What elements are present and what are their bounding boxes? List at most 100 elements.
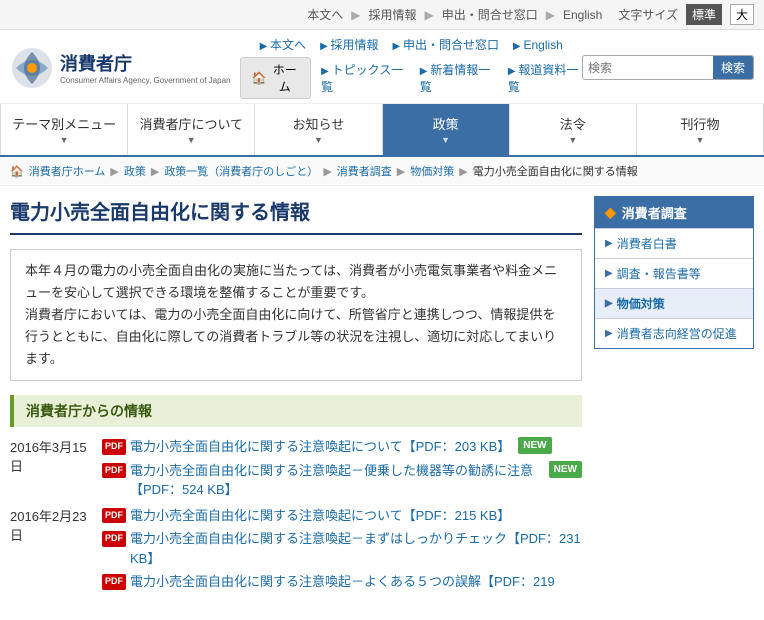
bc-sep3: ▶: [323, 165, 331, 178]
font-standard-btn[interactable]: 標準: [686, 4, 722, 25]
sidebar-item-orientation[interactable]: ▶ 消費者志向経営の促進: [595, 318, 753, 348]
list-item: PDF 電力小売全面自由化に関する注意喚起について【PDF：215 KB】: [102, 506, 582, 526]
breadcrumb-home[interactable]: 消費者庁ホーム: [29, 163, 106, 179]
nav-topics[interactable]: トピックス一覧: [321, 61, 406, 95]
sep2: ▶: [424, 8, 433, 22]
nav-news[interactable]: 新着情報一覧: [420, 61, 494, 95]
header-right: 検索: [582, 55, 754, 80]
sidebar-arrow-4: ▶: [605, 328, 613, 339]
nav-item-publication[interactable]: 刊行物 ▼: [637, 104, 764, 155]
search-input[interactable]: [583, 58, 713, 78]
header-center: 本文へ 採用情報 申出・問合せ窓口 English 🏠 ホーム トピックス一覧 …: [240, 36, 582, 99]
nav-contact[interactable]: 申出・問合せ窓口: [393, 36, 499, 53]
bc-sep2: ▶: [151, 165, 159, 178]
home-label: ホーム: [269, 61, 300, 95]
main-nav: テーマ別メニュー ▼ 消費者庁について ▼ お知らせ ▼ 政策 ▼ 法令 ▼ 刊…: [0, 104, 764, 157]
nav-recruit[interactable]: 採用情報: [320, 36, 378, 53]
page-title: 電力小売全面自由化に関する情報: [10, 196, 582, 235]
nav-label-news: お知らせ: [293, 114, 345, 133]
header-bottom-links: トピックス一覧 新着情報一覧 報道資料一覧: [321, 61, 582, 95]
nav-item-policy[interactable]: 政策 ▼: [383, 104, 510, 155]
breadcrumb-price[interactable]: 物価対策: [410, 163, 454, 179]
nav-label-publication: 刊行物: [680, 114, 719, 133]
breadcrumb-policy[interactable]: 政策: [124, 163, 146, 179]
sidebar-bullet-icon: ◆: [605, 204, 616, 221]
logo-text-ja: 消費者庁: [60, 50, 230, 76]
sidebar-item-hakusho[interactable]: ▶ 消費者白書: [595, 228, 753, 258]
pdf-icon-3: PDF: [102, 508, 126, 524]
news-items-1: PDF 電力小売全面自由化に関する注意喚起について【PDF：203 KB】 NE…: [102, 437, 582, 500]
nav-press[interactable]: 報道資料一覧: [508, 61, 582, 95]
nav-english[interactable]: English: [513, 38, 563, 52]
news-date-row-1: 2016年3月15日 PDF 電力小売全面自由化に関する注意喚起について【PDF…: [10, 437, 582, 500]
font-size-label: 文字サイズ: [618, 6, 678, 23]
nav-arrow-theme: ▼: [60, 135, 69, 145]
bc-sep4: ▶: [397, 165, 405, 178]
logo-area: 消費者庁 Consumer Affairs Agency, Government…: [10, 46, 230, 90]
nav-label-theme: テーマ別メニュー: [12, 114, 116, 133]
recruit-link[interactable]: 採用情報: [368, 6, 416, 23]
breadcrumb-current: 電力小売全面自由化に関する情報: [473, 163, 638, 179]
sidebar-section-title: 消費者調査: [622, 203, 687, 222]
sidebar-label-1: 消費者白書: [617, 235, 677, 252]
nav-item-law[interactable]: 法令 ▼: [510, 104, 637, 155]
top-bar: 本文へ ▶ 採用情報 ▶ 申出・問合せ窓口 ▶ English 文字サイズ 標準…: [0, 0, 764, 30]
header-top-links: 本文へ 採用情報 申出・問合せ窓口 English: [260, 36, 563, 53]
intro-text2: 消費者庁においては、電力の小売全面自由化に向けて、所管省庁と連携しつつ、情報提供…: [25, 304, 567, 370]
news-link-4[interactable]: 電力小売全面自由化に関する注意喚起－まずはしっかりチェック【PDF：231 KB…: [130, 529, 582, 568]
nav-arrow-publication: ▼: [695, 135, 704, 145]
sidebar-item-research[interactable]: ▶ 調査・報告書等: [595, 258, 753, 288]
news-link-3[interactable]: 電力小売全面自由化に関する注意喚起について【PDF：215 KB】: [130, 506, 510, 526]
breadcrumb: 🏠 消費者庁ホーム ▶ 政策 ▶ 政策一覧（消費者庁のしごと） ▶ 消費者調査 …: [0, 157, 764, 186]
breadcrumb-policy-list[interactable]: 政策一覧（消費者庁のしごと）: [164, 163, 318, 179]
bc-sep5: ▶: [459, 165, 467, 178]
sep1: ▶: [351, 8, 360, 22]
sidebar-label-4: 消費者志向経営の促進: [617, 325, 737, 342]
pdf-icon-5: PDF: [102, 574, 126, 590]
sidebar-item-price[interactable]: ▶ 物価対策: [595, 288, 753, 318]
intro-text: 本年４月の電力の小売全面自由化の実施に当たっては、消費者が小売電気事業者や料金メ…: [25, 260, 567, 304]
main-content: 電力小売全面自由化に関する情報 本年４月の電力の小売全面自由化の実施に当たっては…: [10, 196, 582, 598]
sidebar-arrow-3: ▶: [605, 298, 613, 309]
english-link[interactable]: English: [563, 8, 602, 22]
new-badge-2: NEW: [549, 461, 582, 478]
nav-arrow-news: ▼: [314, 135, 323, 145]
nav-label-law: 法令: [560, 114, 586, 133]
nav-arrow-law: ▼: [568, 135, 577, 145]
breadcrumb-consumer-survey[interactable]: 消費者調査: [337, 163, 392, 179]
news-link-5[interactable]: 電力小売全面自由化に関する注意喚起－よくある５つの誤解【PDF：219: [130, 572, 555, 592]
news-list: 2016年3月15日 PDF 電力小売全面自由化に関する注意喚起について【PDF…: [10, 437, 582, 592]
list-item: PDF 電力小売全面自由化に関する注意喚起について【PDF：203 KB】 NE…: [102, 437, 582, 457]
main-content-link[interactable]: 本文へ: [307, 6, 343, 23]
sidebar-header: ◆ 消費者調査: [595, 197, 753, 228]
nav-label-about: 消費者庁について: [139, 114, 243, 133]
nav-arrow-about: ▼: [187, 135, 196, 145]
home-button[interactable]: 🏠 ホーム: [240, 57, 311, 99]
nav-item-about[interactable]: 消費者庁について ▼: [128, 104, 255, 155]
sidebar-section: ◆ 消費者調査 ▶ 消費者白書 ▶ 調査・報告書等 ▶ 物価対策 ▶ 消費者志向…: [594, 196, 754, 349]
pdf-icon-4: PDF: [102, 531, 126, 547]
news-link-2[interactable]: 電力小売全面自由化に関する注意喚起－便乗した機器等の勧誘に注意【PDF：524 …: [130, 461, 541, 500]
font-large-btn[interactable]: 大: [730, 4, 754, 25]
nav-main-content[interactable]: 本文へ: [260, 36, 306, 53]
contact-link[interactable]: 申出・問合せ窓口: [442, 6, 538, 23]
sep3: ▶: [546, 8, 555, 22]
sidebar-arrow-1: ▶: [605, 238, 613, 249]
logo-text-en: Consumer Affairs Agency, Government of J…: [60, 76, 230, 86]
sidebar-label-2: 調査・報告書等: [617, 265, 701, 282]
nav-item-theme[interactable]: テーマ別メニュー ▼: [0, 104, 128, 155]
search-box: 検索: [582, 55, 754, 80]
list-item: PDF 電力小売全面自由化に関する注意喚起－便乗した機器等の勧誘に注意【PDF：…: [102, 461, 582, 500]
news-link-1[interactable]: 電力小売全面自由化に関する注意喚起について【PDF：203 KB】: [130, 437, 510, 457]
news-date-1: 2016年3月15日: [10, 437, 92, 475]
sidebar-arrow-2: ▶: [605, 268, 613, 279]
content-wrapper: 電力小売全面自由化に関する情報 本年４月の電力の小売全面自由化の実施に当たっては…: [0, 186, 764, 608]
news-date-row-2: 2016年2月23日 PDF 電力小売全面自由化に関する注意喚起について【PDF…: [10, 506, 582, 592]
new-badge-1: NEW: [518, 437, 551, 454]
nav-item-news[interactable]: お知らせ ▼: [255, 104, 382, 155]
search-button[interactable]: 検索: [713, 56, 753, 79]
news-date-2: 2016年2月23日: [10, 506, 92, 544]
nav-label-policy: 政策: [433, 114, 459, 133]
nav-arrow-policy: ▼: [441, 135, 450, 145]
pdf-icon-2: PDF: [102, 463, 126, 479]
